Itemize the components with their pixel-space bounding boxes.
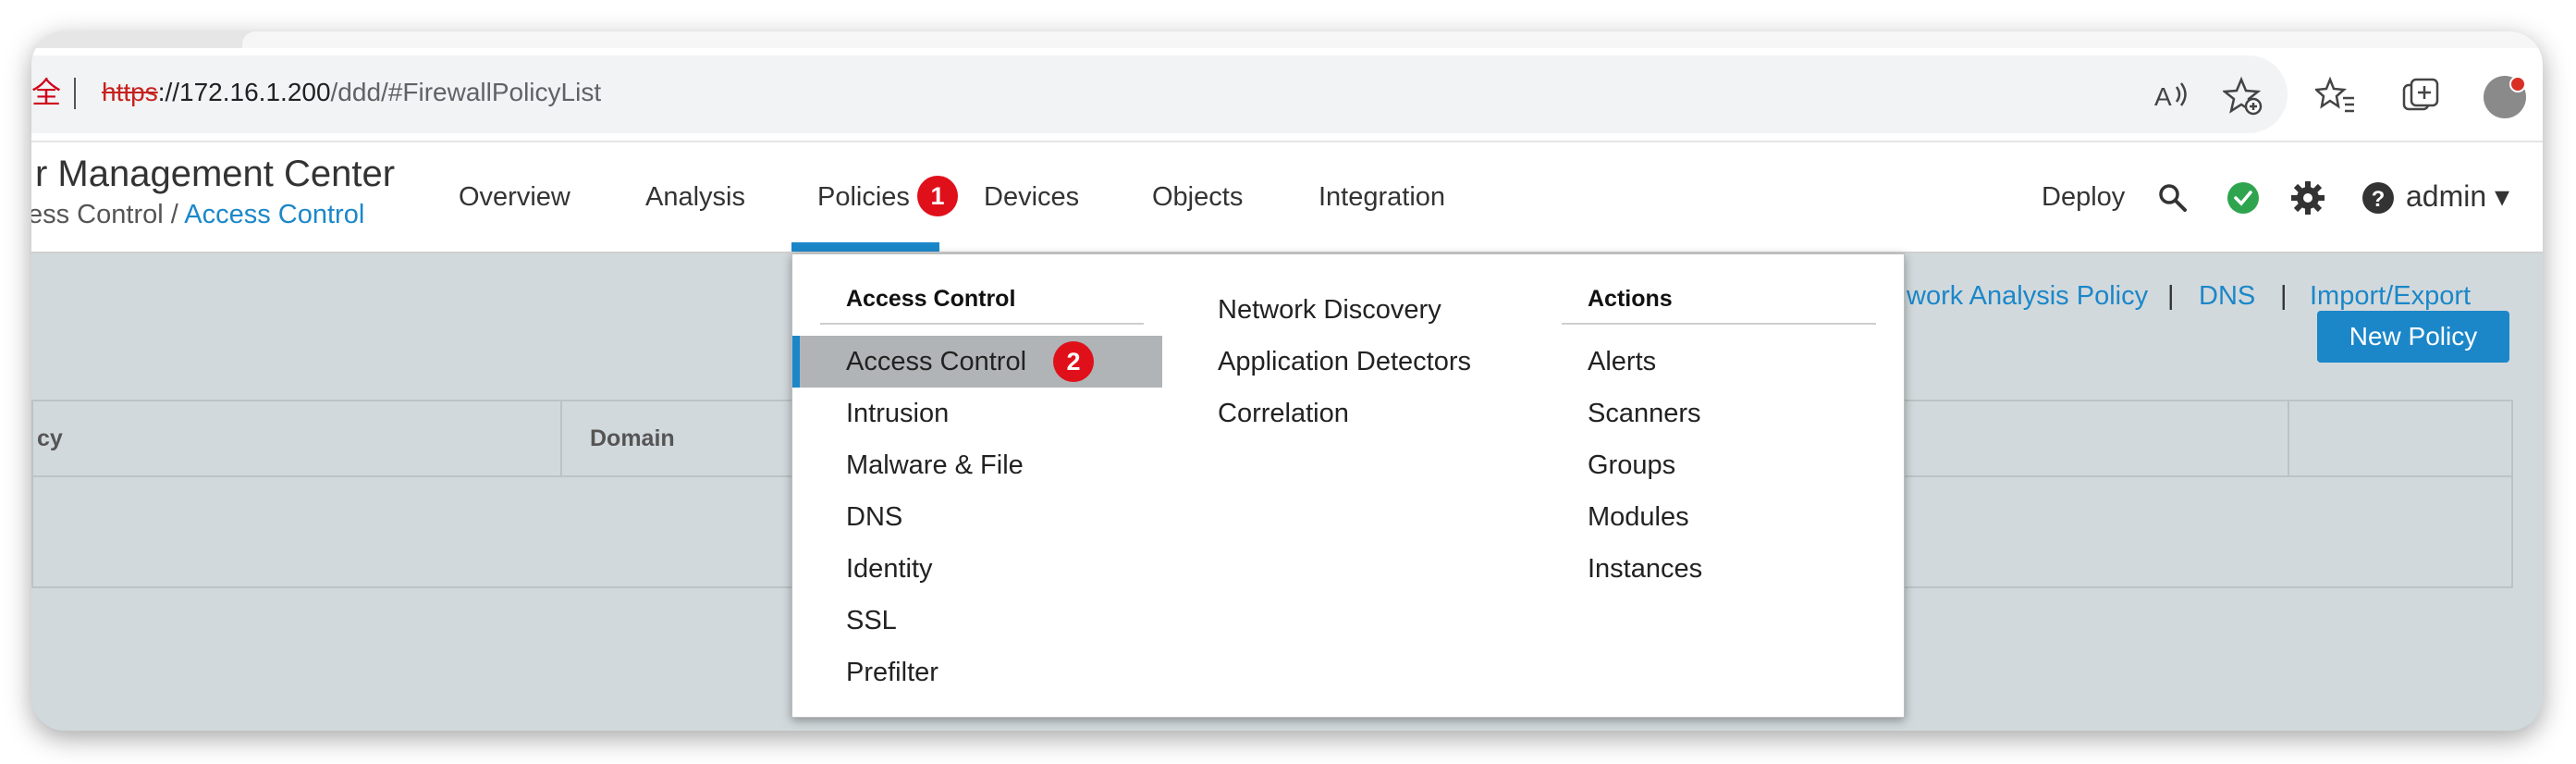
url-protocol: https	[102, 78, 158, 106]
menu-item-application-detectors[interactable]: Application Detectors	[1218, 343, 1471, 380]
nav-analysis[interactable]: Analysis	[645, 179, 745, 215]
nav-objects[interactable]: Objects	[1152, 179, 1243, 215]
url-path: /ddd/#FirewallPolicyList	[330, 78, 602, 106]
network-analysis-policy-link[interactable]: work Analysis Policy	[1907, 277, 2148, 314]
system-status-ok-icon[interactable]	[2225, 179, 2262, 216]
breadcrumb: ess Control / Access Control	[31, 196, 364, 233]
menu-item-ssl[interactable]: SSL	[846, 602, 897, 639]
menu-item-malware-file[interactable]: Malware & File	[846, 447, 1024, 484]
menu-item-prefilter[interactable]: Prefilter	[846, 654, 938, 691]
address-bar[interactable]: 全 https://172.16.1.200/ddd/#FirewallPoli…	[31, 55, 2288, 133]
user-menu[interactable]: admin ▾	[2406, 178, 2509, 215]
menu-item-dns[interactable]: DNS	[846, 499, 902, 536]
column-divider	[2288, 401, 2289, 475]
import-export-link[interactable]: Import/Export	[2310, 277, 2471, 314]
menu-item-instances[interactable]: Instances	[1588, 550, 1702, 587]
menu-item-intrusion[interactable]: Intrusion	[846, 395, 949, 432]
nav-overview[interactable]: Overview	[459, 179, 570, 215]
app-title: r Management Center	[35, 154, 396, 194]
active-browser-tab[interactable]	[242, 31, 2543, 48]
read-aloud-icon[interactable]: A	[2151, 76, 2191, 117]
url-text[interactable]: https://172.16.1.200/ddd/#FirewallPolicy…	[102, 74, 601, 111]
browser-window: 全 https://172.16.1.200/ddd/#FirewallPoli…	[31, 31, 2543, 731]
url-host: ://172.16.1.200	[157, 78, 331, 106]
favorites-icon[interactable]	[2315, 76, 2356, 117]
column-header-policy[interactable]: cy	[37, 401, 63, 475]
help-icon[interactable]: ?	[2360, 179, 2397, 216]
menu-item-identity[interactable]: Identity	[846, 550, 933, 587]
breadcrumb-current[interactable]: Access Control	[184, 200, 364, 229]
dns-link[interactable]: DNS	[2199, 277, 2255, 314]
address-divider	[74, 78, 76, 109]
app-header: r Management Center ess Control / Access…	[31, 142, 2543, 253]
menu-divider	[820, 323, 1144, 325]
svg-text:?: ?	[2372, 187, 2386, 212]
menu-item-alerts[interactable]: Alerts	[1588, 343, 1656, 380]
not-secure-icon[interactable]: 全	[31, 74, 61, 111]
search-icon[interactable]	[2154, 179, 2191, 216]
favorite-add-icon[interactable]	[2223, 76, 2263, 117]
menu-heading-actions: Actions	[1588, 286, 1673, 312]
collections-icon[interactable]	[2400, 76, 2441, 117]
menu-heading-access-control: Access Control	[846, 286, 1016, 312]
column-divider	[560, 401, 562, 475]
menu-divider	[1562, 323, 1876, 325]
policies-dropdown-menu: Access Control Access Control 2 Intrusio…	[791, 253, 1905, 718]
breadcrumb-parent[interactable]: ess Control /	[31, 200, 184, 229]
nav-devices[interactable]: Devices	[984, 179, 1079, 215]
step-badge-1: 1	[917, 176, 958, 216]
menu-item-modules[interactable]: Modules	[1588, 499, 1689, 536]
deploy-button[interactable]: Deploy	[2042, 179, 2125, 215]
nav-integration[interactable]: Integration	[1319, 179, 1445, 215]
menu-item-groups[interactable]: Groups	[1588, 447, 1675, 484]
profile-avatar[interactable]	[2484, 76, 2526, 118]
step-badge-2: 2	[1053, 341, 1094, 382]
menu-item-correlation[interactable]: Correlation	[1218, 395, 1349, 432]
column-header-domain[interactable]: Domain	[590, 401, 675, 475]
menu-item-scanners[interactable]: Scanners	[1588, 395, 1701, 432]
nav-active-indicator	[791, 242, 939, 252]
gear-icon[interactable]	[2289, 179, 2326, 216]
svg-text:A: A	[2154, 82, 2172, 111]
new-policy-button[interactable]: New Policy	[2317, 311, 2509, 363]
nav-policies[interactable]: Policies	[817, 179, 910, 215]
link-separator: |	[2280, 281, 2288, 311]
link-separator: |	[2167, 281, 2175, 311]
address-bar-row: 全 https://172.16.1.200/ddd/#FirewallPoli…	[31, 48, 2543, 142]
menu-item-access-control[interactable]: Access Control	[846, 343, 1026, 380]
menu-item-network-discovery[interactable]: Network Discovery	[1218, 291, 1441, 328]
